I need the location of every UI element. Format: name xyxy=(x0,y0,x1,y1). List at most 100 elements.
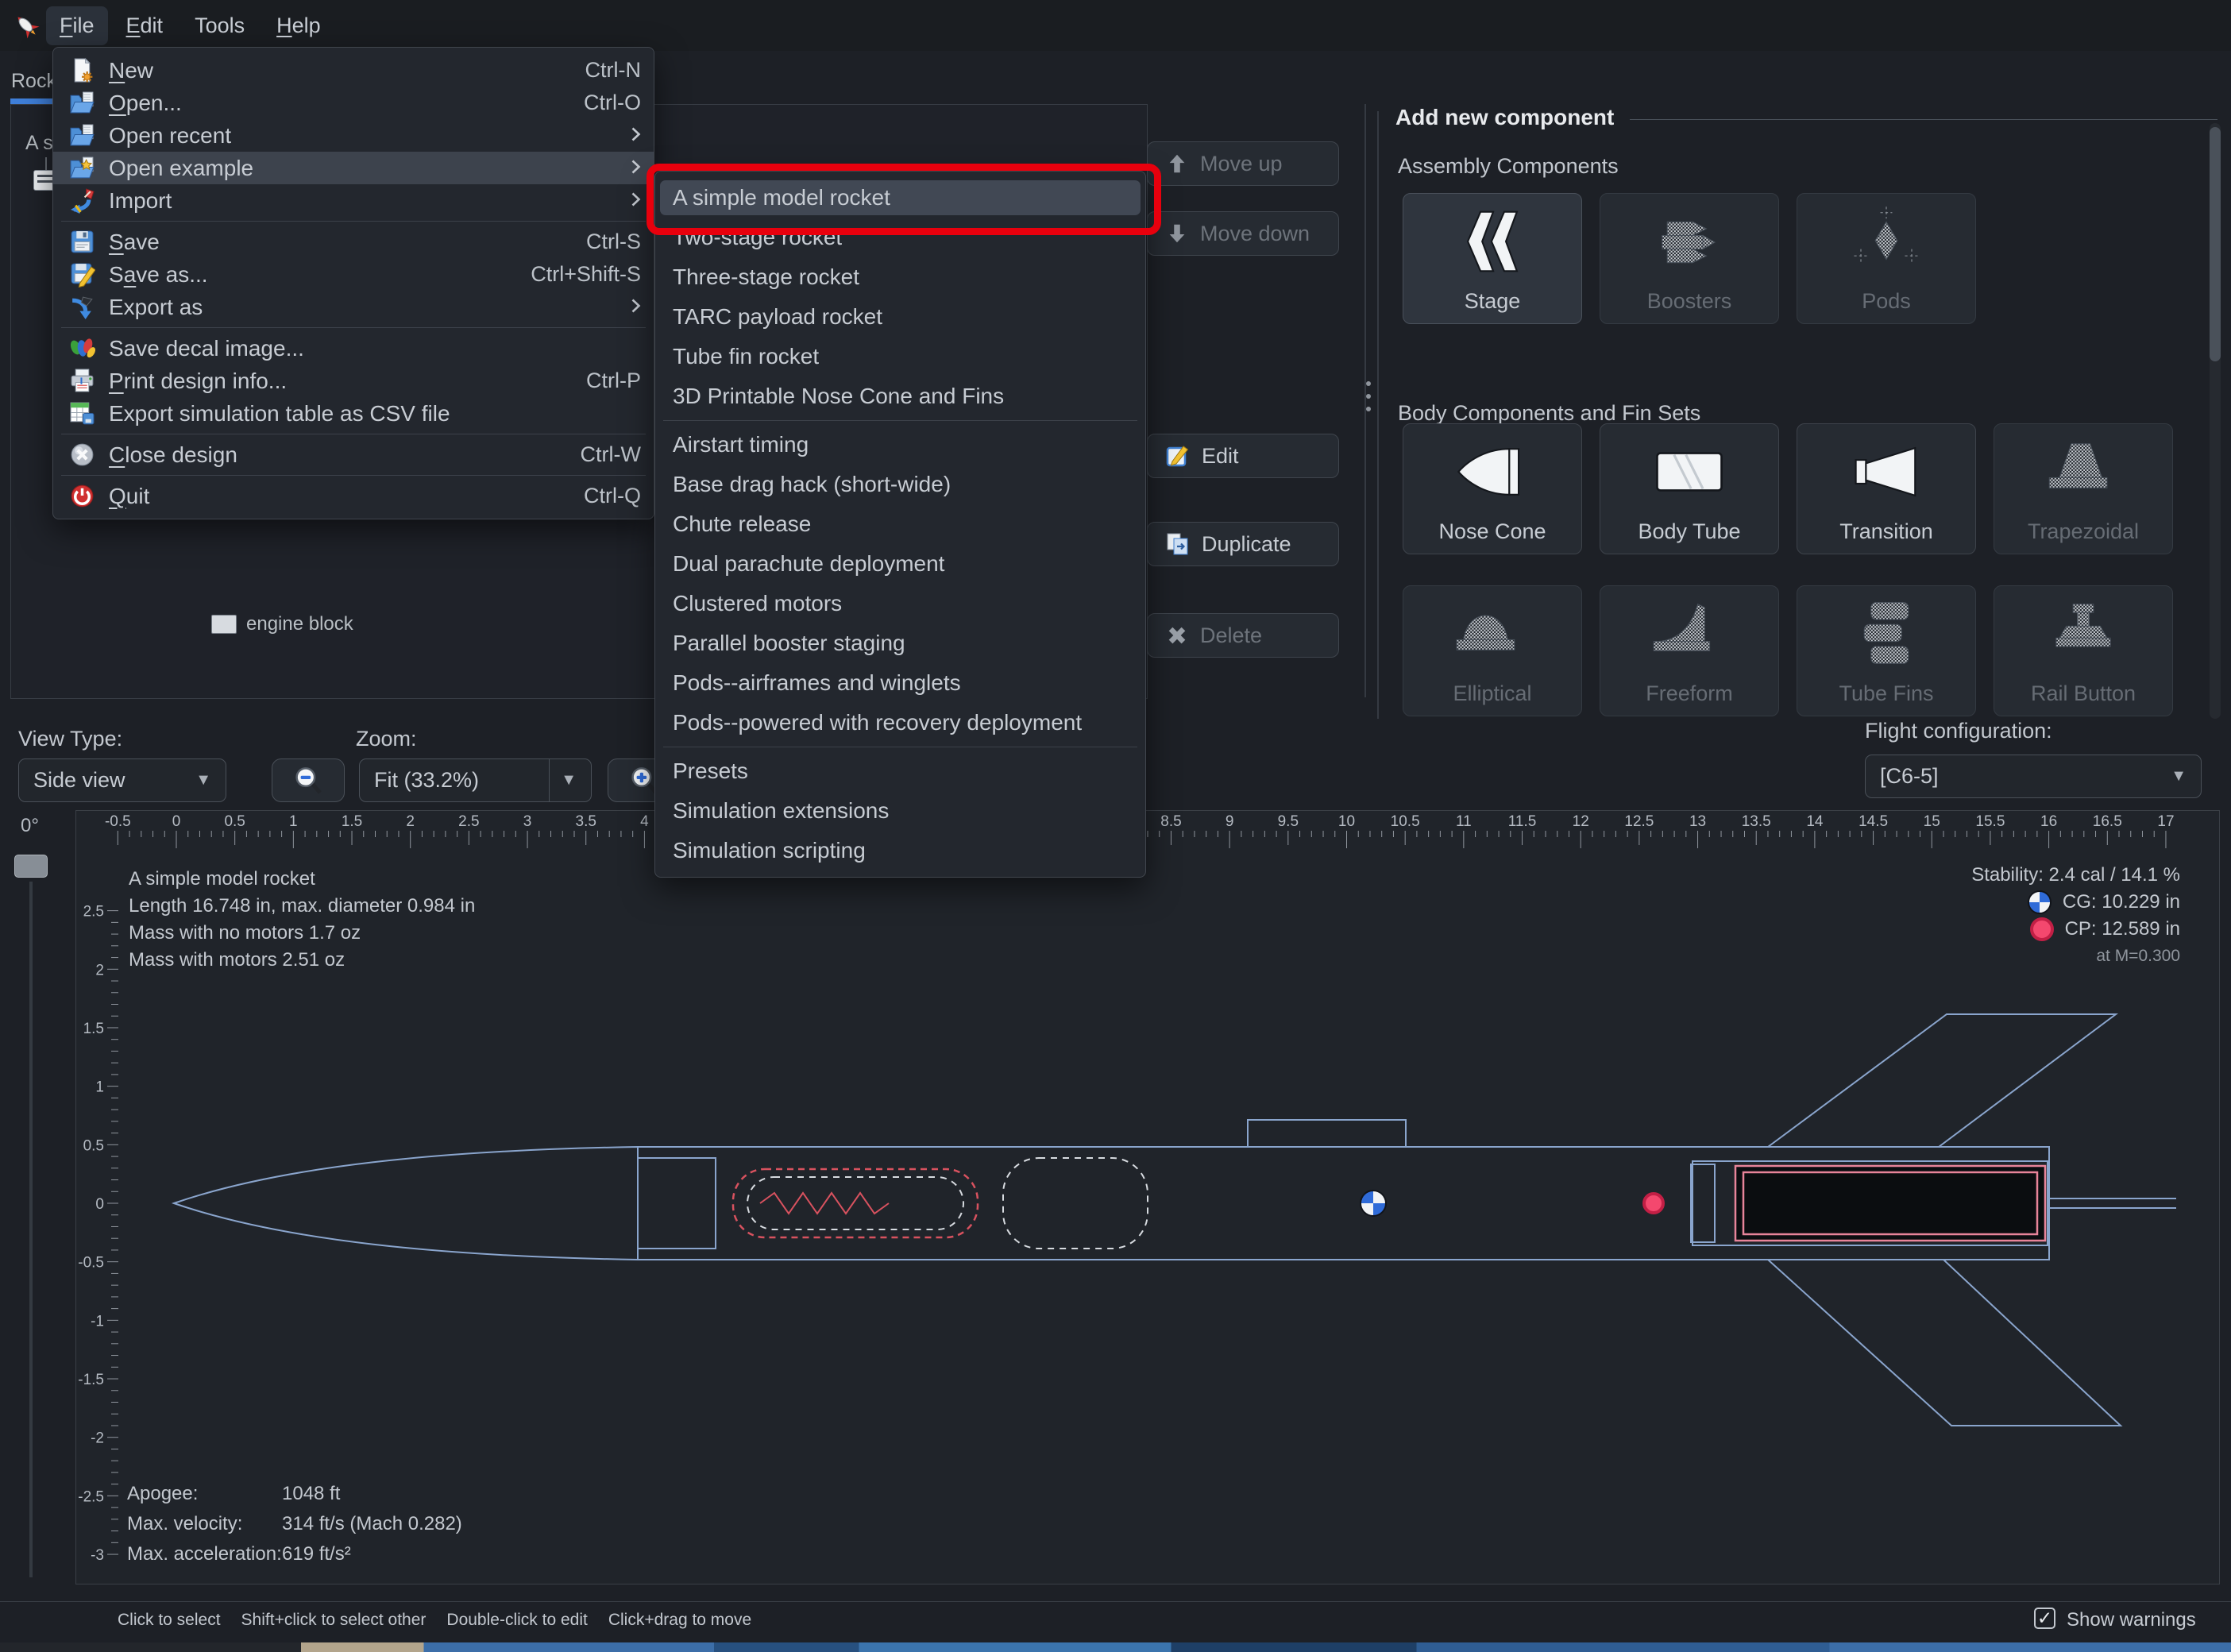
menu-item-open[interactable]: Open... Ctrl-O xyxy=(53,87,654,119)
example-item-tarc-payload-rocket[interactable]: TARC payload rocket xyxy=(655,297,1145,337)
scrollbar-thumb[interactable] xyxy=(2210,127,2221,361)
menu-item-print-design-info[interactable]: Print design info... Ctrl-P xyxy=(53,365,654,397)
chevron-down-icon: ▼ xyxy=(2171,767,2187,785)
menu-shortcut: Ctrl-N xyxy=(585,58,641,82)
example-item-pods-powered-with-recovery-deployment[interactable]: Pods--powered with recovery deployment xyxy=(655,703,1145,743)
menu-item-label: Export as xyxy=(109,294,203,319)
component-button-label: Freeform xyxy=(1646,681,1733,705)
quit-power-icon xyxy=(68,483,96,510)
view-type-dropdown[interactable]: Side view ▼ xyxy=(18,758,226,802)
openrocket-window: FileEditToolsHelp A simple model rocket … xyxy=(0,0,2231,1652)
menu-item-save-as[interactable]: Save as... Ctrl+Shift-S xyxy=(53,258,654,291)
delete-button[interactable]: Delete xyxy=(1147,613,1339,658)
open-folder-icon xyxy=(68,90,96,117)
menu-shortcut: Ctrl-W xyxy=(580,442,641,466)
component-button-stage[interactable]: Stage xyxy=(1403,193,1582,324)
flight-config-dropdown[interactable]: [C6-5] ▼ xyxy=(1865,755,2202,798)
menu-item-label: Print design info... xyxy=(109,368,288,393)
component-button-pods[interactable]: Pods xyxy=(1797,193,1976,324)
component-button-transition[interactable]: Transition xyxy=(1797,423,1976,554)
component-button-boosters[interactable]: Boosters xyxy=(1600,193,1779,324)
rotation-slider-track[interactable] xyxy=(29,882,33,1577)
add-component-title: Add new component xyxy=(1395,105,1615,129)
component-button-label: Elliptical xyxy=(1453,681,1532,705)
rotation-slider-handle[interactable] xyxy=(14,855,48,878)
menu-bar: File Edit Tools Help xyxy=(46,0,334,51)
component-button-label: Nose Cone xyxy=(1438,519,1546,543)
tab-rocket-design-fragment[interactable]: Rock xyxy=(11,70,56,93)
open-recent-folder-icon xyxy=(68,122,96,149)
component-button-body-tube[interactable]: Body Tube xyxy=(1600,423,1779,554)
menu-item-export-simulation-table-as-csv-file[interactable]: Export simulation table as CSV file xyxy=(53,397,654,430)
panel-splitter[interactable] xyxy=(1364,104,1366,697)
menu-item-export-as[interactable]: Export as xyxy=(53,291,654,323)
component-button-nose-cone[interactable]: Nose Cone xyxy=(1403,423,1582,554)
nose-cone-icon xyxy=(1441,424,1544,519)
menu-separator xyxy=(61,475,646,476)
menu-shortcut: Ctrl-P xyxy=(586,369,641,392)
component-button-label: Tube Fins xyxy=(1839,681,1934,705)
app-rocket-icon xyxy=(13,12,40,39)
example-item-label: Pods--powered with recovery deployment xyxy=(673,710,1083,735)
rocket-design-canvas[interactable] xyxy=(75,810,2220,1584)
menu-item-open-example[interactable]: Open example xyxy=(53,152,654,184)
menu-item-save[interactable]: Save Ctrl-S xyxy=(53,226,654,258)
component-button-label: Rail Button xyxy=(2030,681,2136,705)
component-button-rail-button[interactable]: Rail Button xyxy=(1994,585,2173,716)
menu-item-open-recent[interactable]: Open recent xyxy=(53,119,654,152)
example-item-label: Tube fin rocket xyxy=(673,344,820,369)
save-floppy-icon xyxy=(68,229,96,256)
menu-item-close-design[interactable]: Close design Ctrl-W xyxy=(53,438,654,471)
arrow-up-icon xyxy=(1169,154,1185,173)
zoom-out-icon xyxy=(295,766,322,794)
assembly-components-row: Stage Boosters Pods xyxy=(1403,193,1976,324)
table-csv-icon xyxy=(68,400,96,427)
example-item-presets[interactable]: Presets xyxy=(655,751,1145,791)
example-item-simulation-scripting[interactable]: Simulation scripting xyxy=(655,831,1145,870)
example-item-label: TARC payload rocket xyxy=(673,304,883,329)
example-item-three-stage-rocket[interactable]: Three-stage rocket xyxy=(655,257,1145,297)
example-item-pods-airframes-and-winglets[interactable]: Pods--airframes and winglets xyxy=(655,663,1145,703)
show-warnings-checkbox[interactable]: ✓ xyxy=(2034,1608,2055,1629)
example-item-dual-parachute-deployment[interactable]: Dual parachute deployment xyxy=(655,544,1145,584)
arrow-down-icon xyxy=(1169,224,1185,243)
example-item-simulation-extensions[interactable]: Simulation extensions xyxy=(655,791,1145,831)
menubar-item-tools[interactable]: Tools xyxy=(181,6,258,45)
menubar-item-help[interactable]: Help xyxy=(263,6,334,45)
component-button-tube-fins[interactable]: Tube Fins xyxy=(1797,585,1976,716)
edit-button[interactable]: Edit xyxy=(1147,434,1339,478)
duplicate-button[interactable]: Duplicate xyxy=(1147,522,1339,566)
example-item-base-drag-hack-short-wide[interactable]: Base drag hack (short-wide) xyxy=(655,465,1145,504)
menu-item-quit[interactable]: Quit Ctrl-Q xyxy=(53,480,654,512)
pods-icon xyxy=(1835,194,1938,289)
example-item-label: Presets xyxy=(673,758,748,783)
component-button-trapezoidal[interactable]: Trapezoidal xyxy=(1994,423,2173,554)
export-arrow-icon xyxy=(68,294,96,321)
move-down-button[interactable]: Move down xyxy=(1147,211,1339,256)
menu-item-new[interactable]: New Ctrl-N xyxy=(53,54,654,87)
component-button-label: Stage xyxy=(1464,289,1521,313)
example-item-airstart-timing[interactable]: Airstart timing xyxy=(655,425,1145,465)
body-components-label: Body Components and Fin Sets xyxy=(1398,401,1701,425)
tree-item-engine-block[interactable]: engine block xyxy=(211,613,353,635)
menubar-item-file[interactable]: File xyxy=(46,6,108,45)
example-item-parallel-booster-staging[interactable]: Parallel booster staging xyxy=(655,623,1145,663)
menu-item-import[interactable]: Import xyxy=(53,184,654,217)
component-button-elliptical[interactable]: Elliptical xyxy=(1403,585,1582,716)
example-item-tube-fin-rocket[interactable]: Tube fin rocket xyxy=(655,337,1145,376)
menu-item-save-decal-image[interactable]: Save decal image... xyxy=(53,332,654,365)
decal-paint-icon xyxy=(68,335,96,362)
component-button-freeform[interactable]: Freeform xyxy=(1600,585,1779,716)
import-rocket-icon xyxy=(68,187,96,214)
menubar-item-edit[interactable]: Edit xyxy=(113,6,177,45)
menu-shortcut: Ctrl-S xyxy=(586,230,641,253)
move-up-button[interactable]: Move up xyxy=(1147,141,1339,186)
zoom-out-button[interactable] xyxy=(272,758,345,802)
save-as-floppy-pencil-icon xyxy=(68,261,96,288)
example-item-chute-release[interactable]: Chute release xyxy=(655,504,1145,544)
rotation-angle-label: 0° xyxy=(21,815,39,836)
example-item-3d-printable-nose-cone-and-fins[interactable]: 3D Printable Nose Cone and Fins xyxy=(655,376,1145,416)
example-item-clustered-motors[interactable]: Clustered motors xyxy=(655,584,1145,623)
zoom-dropdown[interactable]: Fit (33.2%) ▼ xyxy=(359,758,592,802)
elliptical-fin-icon xyxy=(1441,586,1544,681)
